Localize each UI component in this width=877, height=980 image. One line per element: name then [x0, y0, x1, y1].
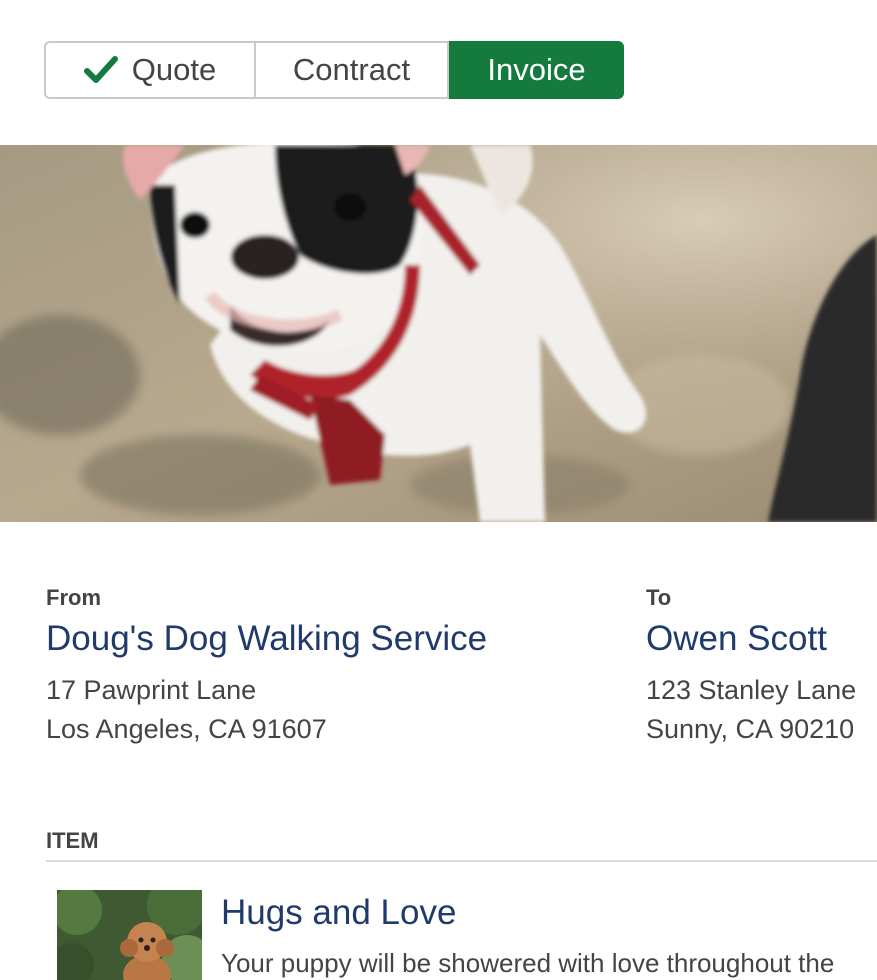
item-column-header: ITEM	[46, 828, 877, 862]
to-label: To	[646, 585, 672, 610]
to-address-line1: 123 Stanley Lane	[646, 675, 857, 705]
puppy-photo-icon	[57, 890, 202, 980]
from-address-line1: 17 Pawprint Lane	[46, 675, 257, 705]
from-address-line2: Los Angeles, CA 91607	[46, 714, 327, 744]
tab-quote-label: Quote	[131, 52, 217, 87]
item-description: Your puppy will be showered with love th…	[221, 948, 835, 978]
item-title: Hugs and Love	[221, 893, 457, 932]
to-section: To Owen Scott 123 Stanley Lane Sunny, CA…	[646, 585, 856, 749]
tab-contract[interactable]: Contract	[256, 41, 449, 99]
tab-invoice-label: Invoice	[487, 52, 586, 87]
to-address-line2: Sunny, CA 90210	[646, 714, 855, 744]
to-client-name: Owen Scott	[646, 619, 827, 658]
tab-contract-label: Contract	[292, 52, 411, 87]
item-thumbnail	[57, 890, 202, 980]
checkmark-icon	[83, 56, 118, 83]
dog-photo-icon	[0, 145, 877, 522]
from-section: From Doug's Dog Walking Service 17 Pawpr…	[46, 585, 487, 749]
from-business-name: Doug's Dog Walking Service	[46, 619, 488, 658]
hero-dog-photo	[0, 145, 877, 522]
from-label: From	[46, 585, 101, 610]
tab-invoice[interactable]: Invoice	[449, 41, 624, 99]
document-type-switcher: Quote Contract Invoice	[44, 41, 624, 99]
tab-quote[interactable]: Quote	[44, 41, 256, 99]
